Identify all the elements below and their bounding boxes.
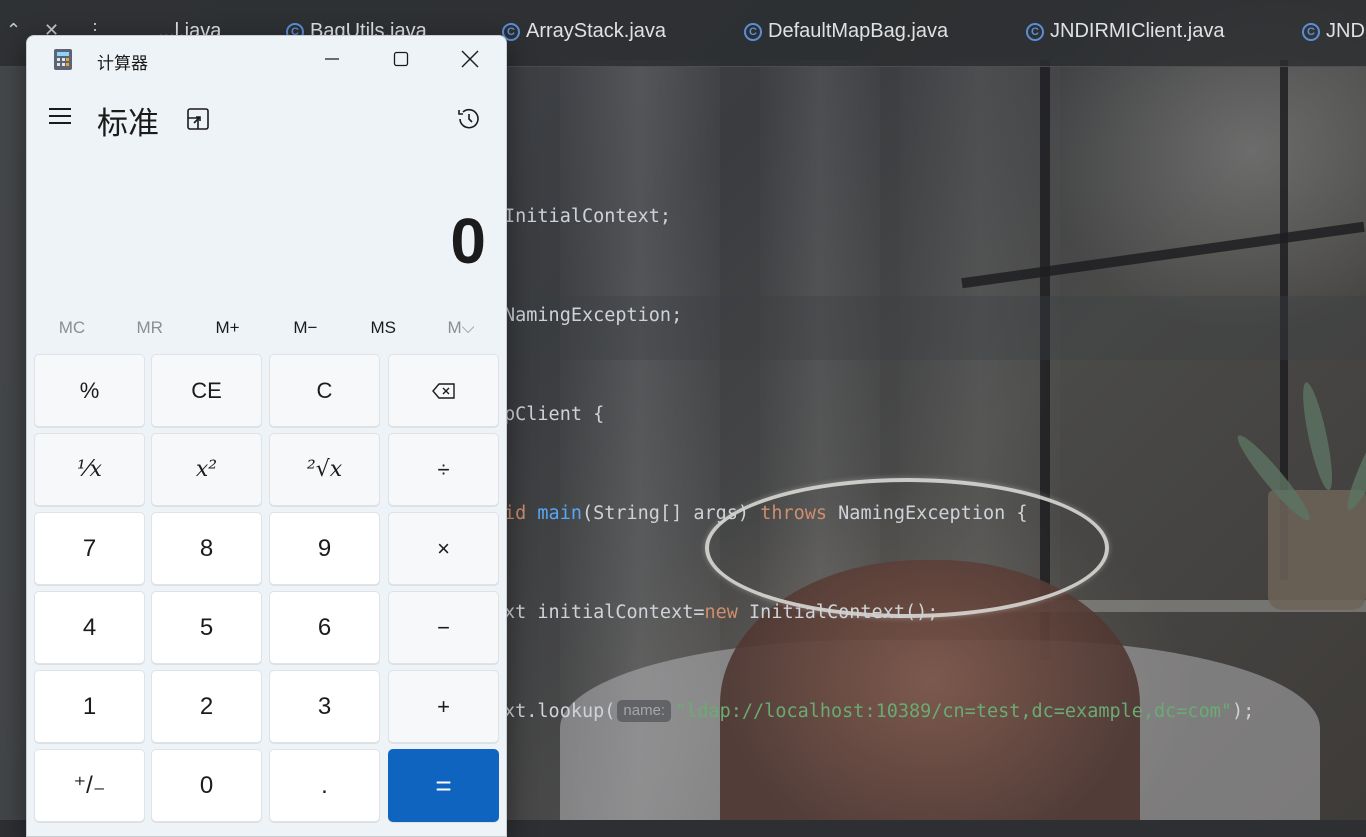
backspace-button[interactable] xyxy=(388,354,499,427)
code-keyword: new xyxy=(704,602,738,623)
java-class-icon: C xyxy=(1302,22,1320,41)
square-label: x² xyxy=(195,457,218,482)
parameter-hint: name: xyxy=(617,700,672,722)
code-line: InitialContext; xyxy=(504,200,1254,233)
memory-recall-button[interactable]: MR xyxy=(111,316,189,340)
digit-8-button[interactable]: 8 xyxy=(151,512,262,585)
ide-gutter-strip xyxy=(0,66,26,820)
digit-7-button[interactable]: 7 xyxy=(34,512,145,585)
memory-store-button[interactable]: MS xyxy=(344,316,422,340)
tab-jndirmiclient[interactable]: C JNDIRMIClient.java xyxy=(1026,20,1224,43)
digit-0-button[interactable]: 0 xyxy=(151,749,262,822)
reciprocal-button[interactable]: ¹⁄x xyxy=(34,433,145,506)
calculator-header: 标准 xyxy=(27,86,506,150)
calculator-window: 计算器 标准 0 MC MR M+ M− MS M⌵ % CE C ¹⁄x x²… xyxy=(26,35,507,837)
percent-button[interactable]: % xyxy=(34,354,145,427)
divide-button[interactable]: ÷ xyxy=(388,433,499,506)
chevron-updown-icon[interactable]: ⌃ xyxy=(6,20,21,41)
code-text: NamingException { xyxy=(827,503,1028,524)
code-string: "ldap://localhost:10389/cn=test,dc=examp… xyxy=(675,701,1232,722)
code-text: (String[] args) xyxy=(581,503,761,524)
add-button[interactable]: + xyxy=(388,670,499,743)
maximize-icon xyxy=(393,51,409,67)
hamburger-menu-icon[interactable] xyxy=(49,108,73,126)
code-text: InitialContext; xyxy=(504,206,672,227)
backspace-icon xyxy=(431,382,455,399)
digit-4-button[interactable]: 4 xyxy=(34,591,145,664)
square-button[interactable]: x² xyxy=(151,433,262,506)
code-keyword: throws xyxy=(760,503,828,524)
memory-subtract-button[interactable]: M− xyxy=(266,316,344,340)
tab-label: DefaultMapBag.java xyxy=(768,20,949,42)
tab-arraystack[interactable]: C ArrayStack.java xyxy=(502,20,666,43)
maximize-button[interactable] xyxy=(367,36,435,82)
minimize-button[interactable] xyxy=(298,36,366,82)
code-line: xt.lookup(name: "ldap://localhost:10389/c… xyxy=(504,695,1254,728)
code-text: ); xyxy=(1232,701,1255,722)
window-title: 计算器 xyxy=(97,54,148,73)
memory-row: MC MR M+ M− MS M⌵ xyxy=(33,316,500,340)
reciprocal-label: ¹⁄x xyxy=(77,457,102,482)
digit-2-button[interactable]: 2 xyxy=(151,670,262,743)
digit-9-button[interactable]: 9 xyxy=(269,512,380,585)
digit-1-button[interactable]: 1 xyxy=(34,670,145,743)
code-function: main xyxy=(537,503,582,524)
negate-button[interactable]: ⁺/₋ xyxy=(34,749,145,822)
square-root-button[interactable]: ²√x xyxy=(269,433,380,506)
code-line: NamingException; xyxy=(504,299,1254,332)
digit-5-button[interactable]: 5 xyxy=(151,591,262,664)
close-button[interactable] xyxy=(436,36,504,82)
digit-3-button[interactable]: 3 xyxy=(269,670,380,743)
memory-add-button[interactable]: M+ xyxy=(189,316,267,340)
history-icon[interactable] xyxy=(455,105,483,133)
code-text: InitialContext(); xyxy=(737,602,939,623)
code-line: pClient { xyxy=(504,398,1254,431)
tab-label: JND xyxy=(1326,20,1365,42)
keep-on-top-icon[interactable] xyxy=(185,106,211,132)
memory-list-button[interactable]: M⌵ xyxy=(422,316,500,340)
tab-label: ArrayStack.java xyxy=(526,20,667,42)
mode-title: 标准 xyxy=(97,106,159,141)
subtract-button[interactable]: − xyxy=(388,591,499,664)
code-text: xt initialContext= xyxy=(504,602,705,623)
minimize-icon xyxy=(325,58,339,60)
close-icon xyxy=(461,50,479,68)
code-keyword: id xyxy=(504,503,538,524)
digit-6-button[interactable]: 6 xyxy=(269,591,380,664)
code-line: xt initialContext=new InitialContext(); xyxy=(504,596,1254,629)
clear-button[interactable]: C xyxy=(269,354,380,427)
tab-jnd[interactable]: C JND xyxy=(1302,20,1365,43)
code-text: NamingException; xyxy=(504,305,683,326)
tab-label: JNDIRMIClient.java xyxy=(1050,20,1225,42)
java-class-icon: C xyxy=(744,22,762,41)
code-text: xt.lookup( xyxy=(504,701,616,722)
title-bar[interactable]: 计算器 xyxy=(27,36,506,82)
tab-defaultmapbag[interactable]: C DefaultMapBag.java xyxy=(744,20,948,43)
clear-entry-button[interactable]: CE xyxy=(151,354,262,427)
result-display: 0 xyxy=(450,205,486,277)
code-line: id main(String[] args) throws NamingExce… xyxy=(504,497,1254,530)
multiply-button[interactable]: × xyxy=(388,512,499,585)
memory-clear-button[interactable]: MC xyxy=(33,316,111,340)
calculator-app-icon xyxy=(54,49,72,70)
plant-leaf xyxy=(1297,380,1338,492)
code-editor[interactable]: InitialContext; NamingException; pClient… xyxy=(504,134,1254,794)
decimal-button[interactable]: . xyxy=(269,749,380,822)
square-root-label: ²√x xyxy=(306,457,343,482)
java-class-icon: C xyxy=(1026,22,1044,41)
equals-button[interactable]: = xyxy=(388,749,499,822)
code-text: pClient { xyxy=(504,404,605,425)
